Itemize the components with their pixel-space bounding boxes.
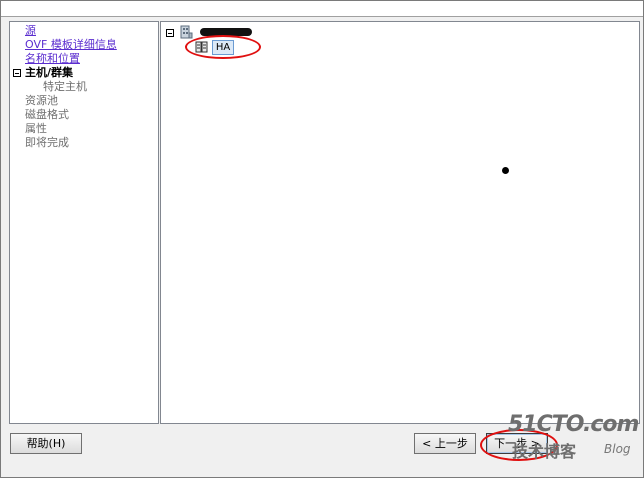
cursor-dot bbox=[502, 167, 509, 174]
inventory-tree-panel: HA bbox=[160, 21, 640, 424]
step-properties: 属性 bbox=[25, 122, 47, 135]
wizard-steps-panel: 源 OVF 模板详细信息 名称和位置 主机/群集 特定主机 资源池 磁盘格式 属… bbox=[9, 21, 159, 424]
annotation-circle-cluster bbox=[185, 35, 261, 59]
step-ovf-template-details[interactable]: OVF 模板详细信息 bbox=[25, 38, 117, 51]
step-specific-host: 特定主机 bbox=[43, 80, 87, 93]
header-strip bbox=[1, 1, 643, 17]
collapse-icon[interactable] bbox=[13, 69, 21, 77]
step-host-cluster: 主机/群集 bbox=[25, 66, 74, 79]
back-button[interactable]: < 上一步 bbox=[414, 433, 476, 454]
watermark-logo: 51CTO.com 技术博客 Blog bbox=[508, 412, 639, 461]
step-name-and-location[interactable]: 名称和位置 bbox=[25, 52, 80, 65]
step-source[interactable]: 源 bbox=[25, 24, 36, 37]
tree-collapse-icon[interactable] bbox=[166, 29, 174, 37]
help-button[interactable]: 帮助(H) bbox=[10, 433, 82, 454]
step-disk-format: 磁盘格式 bbox=[25, 108, 69, 121]
step-resource-pool: 资源池 bbox=[25, 94, 58, 107]
step-ready-to-complete: 即将完成 bbox=[25, 136, 69, 149]
